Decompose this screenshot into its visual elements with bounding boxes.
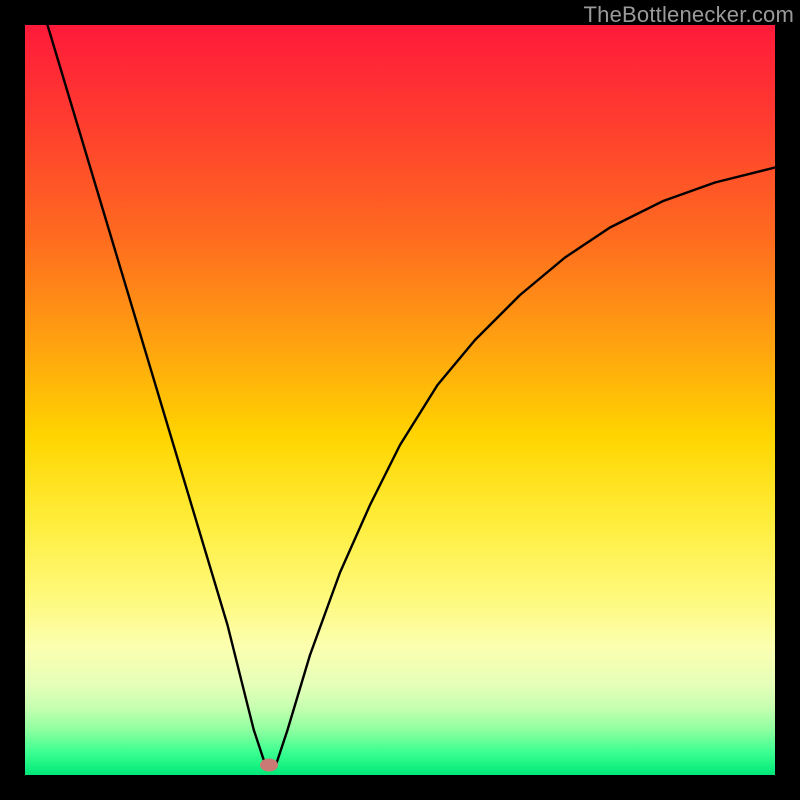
chart-frame: TheBottlenecker.com xyxy=(0,0,800,800)
optimal-point-marker xyxy=(260,759,278,772)
plot-area xyxy=(25,25,775,775)
bottleneck-curve xyxy=(25,25,775,775)
curve-path xyxy=(48,25,776,764)
